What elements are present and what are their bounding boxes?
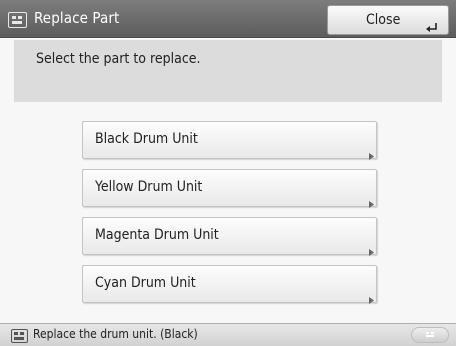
status-monitor-button[interactable] [411, 327, 449, 343]
cyan-drum-unit-button[interactable]: Cyan Drum Unit [82, 265, 377, 304]
close-button-label: Close [366, 12, 401, 28]
chevron-right-icon [369, 193, 374, 212]
chevron-right-icon [369, 289, 374, 308]
part-button-label: Yellow Drum Unit [95, 179, 203, 195]
black-drum-unit-button[interactable]: Black Drum Unit [82, 121, 377, 160]
replace-part-icon [8, 12, 27, 28]
magenta-drum-unit-button[interactable]: Magenta Drum Unit [82, 217, 377, 256]
page-title: Replace Part [34, 9, 120, 27]
instruction-text: Select the part to replace. [36, 51, 201, 67]
return-arrow-icon [426, 18, 438, 37]
replace-part-screen: Replace Part Close Select the part to re… [0, 0, 456, 346]
status-bar: Replace the drum unit. (Black) [0, 323, 456, 346]
title-bar: Replace Part Close [0, 0, 456, 38]
message-area: Select the part to replace. [14, 40, 442, 102]
part-button-label: Black Drum Unit [95, 131, 198, 147]
status-indicator-icon [426, 332, 434, 337]
part-button-label: Magenta Drum Unit [95, 227, 219, 243]
chevron-right-icon [369, 241, 374, 260]
close-button[interactable]: Close [327, 5, 449, 35]
status-message: Replace the drum unit. (Black) [33, 327, 198, 341]
chevron-right-icon [369, 145, 374, 164]
yellow-drum-unit-button[interactable]: Yellow Drum Unit [82, 169, 377, 208]
part-button-label: Cyan Drum Unit [95, 275, 196, 291]
status-monitor-icon [11, 329, 28, 343]
